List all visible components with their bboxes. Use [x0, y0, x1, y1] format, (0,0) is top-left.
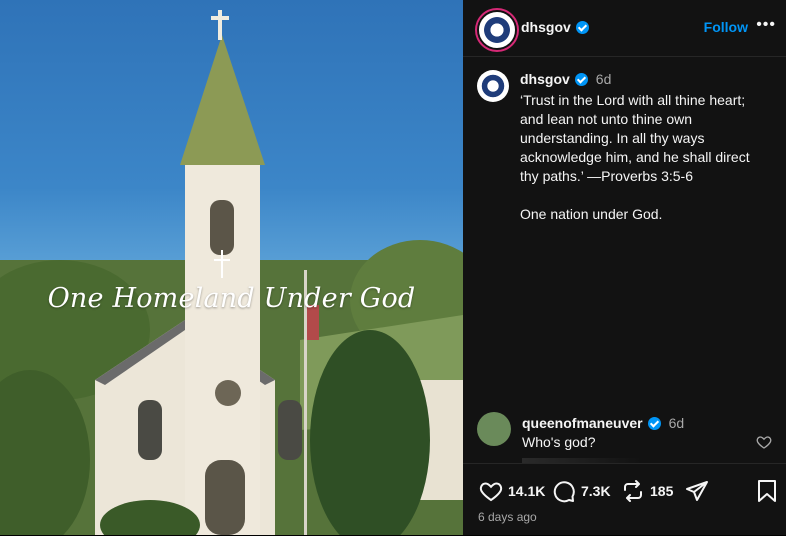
dhs-seal-icon [480, 73, 506, 99]
follow-button[interactable]: Follow [704, 19, 748, 35]
verified-badge-icon [575, 21, 589, 34]
share-icon[interactable] [685, 479, 709, 503]
comment-username[interactable]: queenofmaneuver [522, 415, 643, 431]
post-side-panel: dhsgov Follow ••• dhsgov 6d ‘Trust in the… [463, 0, 786, 535]
cross-icon [212, 250, 232, 280]
comment-body: queenofmaneuver 6d Who's god? [522, 414, 684, 452]
verified-badge-icon [574, 73, 588, 86]
heart-icon[interactable] [479, 479, 503, 503]
action-bar: 14.1K 7.3K 185 6 days ago [463, 463, 786, 536]
comment-action[interactable]: 7.3K [552, 479, 611, 503]
dhs-seal-icon [482, 15, 512, 45]
post-header: dhsgov Follow ••• [463, 0, 786, 57]
verified-badge-icon [647, 417, 661, 430]
posted-time: 6 days ago [478, 510, 537, 524]
comment-icon[interactable] [552, 479, 576, 503]
caption-username[interactable]: dhsgov [520, 71, 570, 87]
save-action[interactable] [756, 479, 778, 503]
avatar[interactable] [477, 10, 517, 50]
more-options-icon[interactable]: ••• [756, 16, 776, 34]
repost-count: 185 [650, 483, 674, 499]
caption-avatar[interactable] [477, 70, 509, 102]
caption-body: dhsgov 6d ‘Trust in the Lord with all thi… [520, 70, 770, 224]
comment-time: 6d [668, 415, 685, 431]
post-overlay-title: One Homeland Under God [47, 283, 416, 314]
bookmark-icon[interactable] [756, 479, 778, 503]
like-comment-heart-icon[interactable] [756, 434, 772, 450]
like-action[interactable]: 14.1K [479, 479, 545, 503]
header-username[interactable]: dhsgov [521, 19, 571, 35]
caption-time: 6d [595, 71, 612, 87]
header-user[interactable]: dhsgov [521, 19, 589, 37]
share-action[interactable] [685, 479, 709, 503]
like-count: 14.1K [508, 483, 546, 499]
comment-count: 7.3K [581, 483, 611, 499]
caption-text: ‘Trust in the Lord with all thine heart;… [520, 92, 750, 222]
repost-action[interactable]: 185 [621, 479, 673, 503]
comment-text: Who's god? [522, 434, 596, 450]
post-image[interactable]: One Homeland Under God [0, 0, 463, 535]
comment-avatar[interactable] [477, 412, 511, 446]
repost-icon[interactable] [621, 479, 645, 503]
